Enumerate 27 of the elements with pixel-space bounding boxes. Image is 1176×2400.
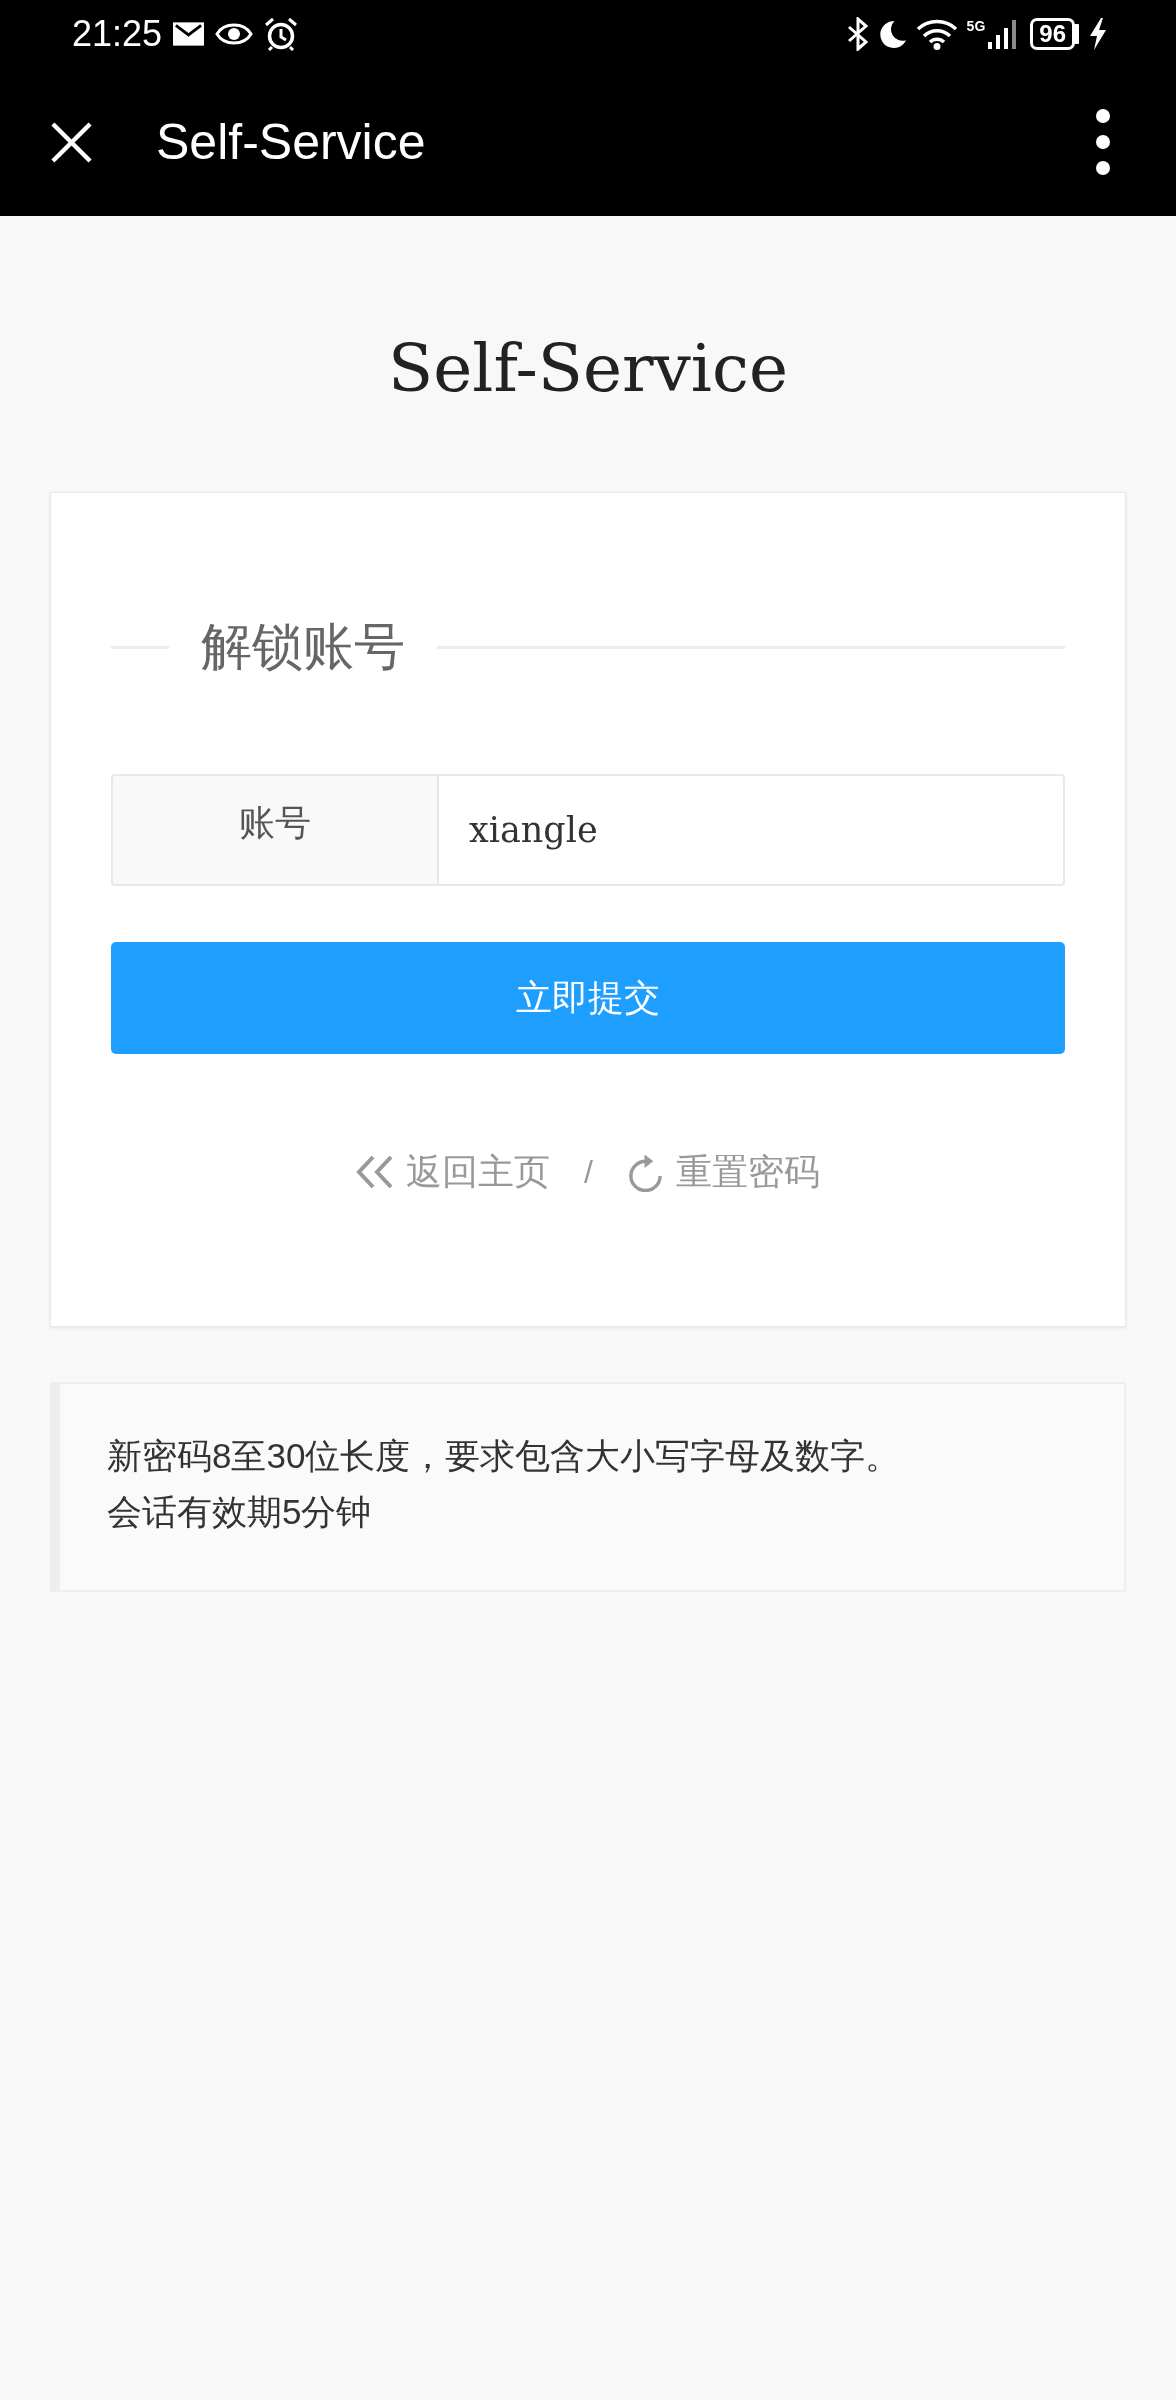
notice-text: 新密码8至30位长度，要求包含大小写字母及数字。 xyxy=(107,1435,902,1477)
account-label: 账号 xyxy=(111,774,439,886)
bluetooth-icon xyxy=(846,17,869,51)
reset-password-link[interactable]: 重置密码 xyxy=(626,1152,820,1192)
double-chevron-left-icon xyxy=(356,1155,395,1189)
more-vertical-icon xyxy=(1096,109,1110,175)
eye-icon xyxy=(215,21,254,47)
link-separator: / xyxy=(584,1153,593,1192)
moon-icon xyxy=(877,19,907,49)
wifi-icon xyxy=(915,18,958,50)
charging-bolt-icon xyxy=(1090,18,1106,50)
close-icon xyxy=(50,120,93,164)
alarm-clock-icon xyxy=(264,17,299,51)
status-time: 21:25 xyxy=(72,16,163,52)
back-home-link[interactable]: 返回主页 xyxy=(356,1152,551,1192)
notice-text: 会话有效期5分钟 xyxy=(107,1491,373,1533)
network-type: 5G xyxy=(966,19,986,33)
close-button[interactable] xyxy=(50,120,93,164)
mail-icon xyxy=(173,22,205,46)
page-heading: Self-Service xyxy=(388,336,788,402)
form-legend: 解锁账号 xyxy=(201,617,405,677)
submit-button[interactable]: 立即提交 xyxy=(111,942,1065,1054)
more-menu-button[interactable] xyxy=(1096,109,1110,175)
refresh-icon xyxy=(626,1152,664,1192)
app-bar-title: Self-Service xyxy=(156,117,426,167)
account-input[interactable]: xiangle xyxy=(439,774,1065,886)
signal-bars-icon xyxy=(987,19,1018,49)
